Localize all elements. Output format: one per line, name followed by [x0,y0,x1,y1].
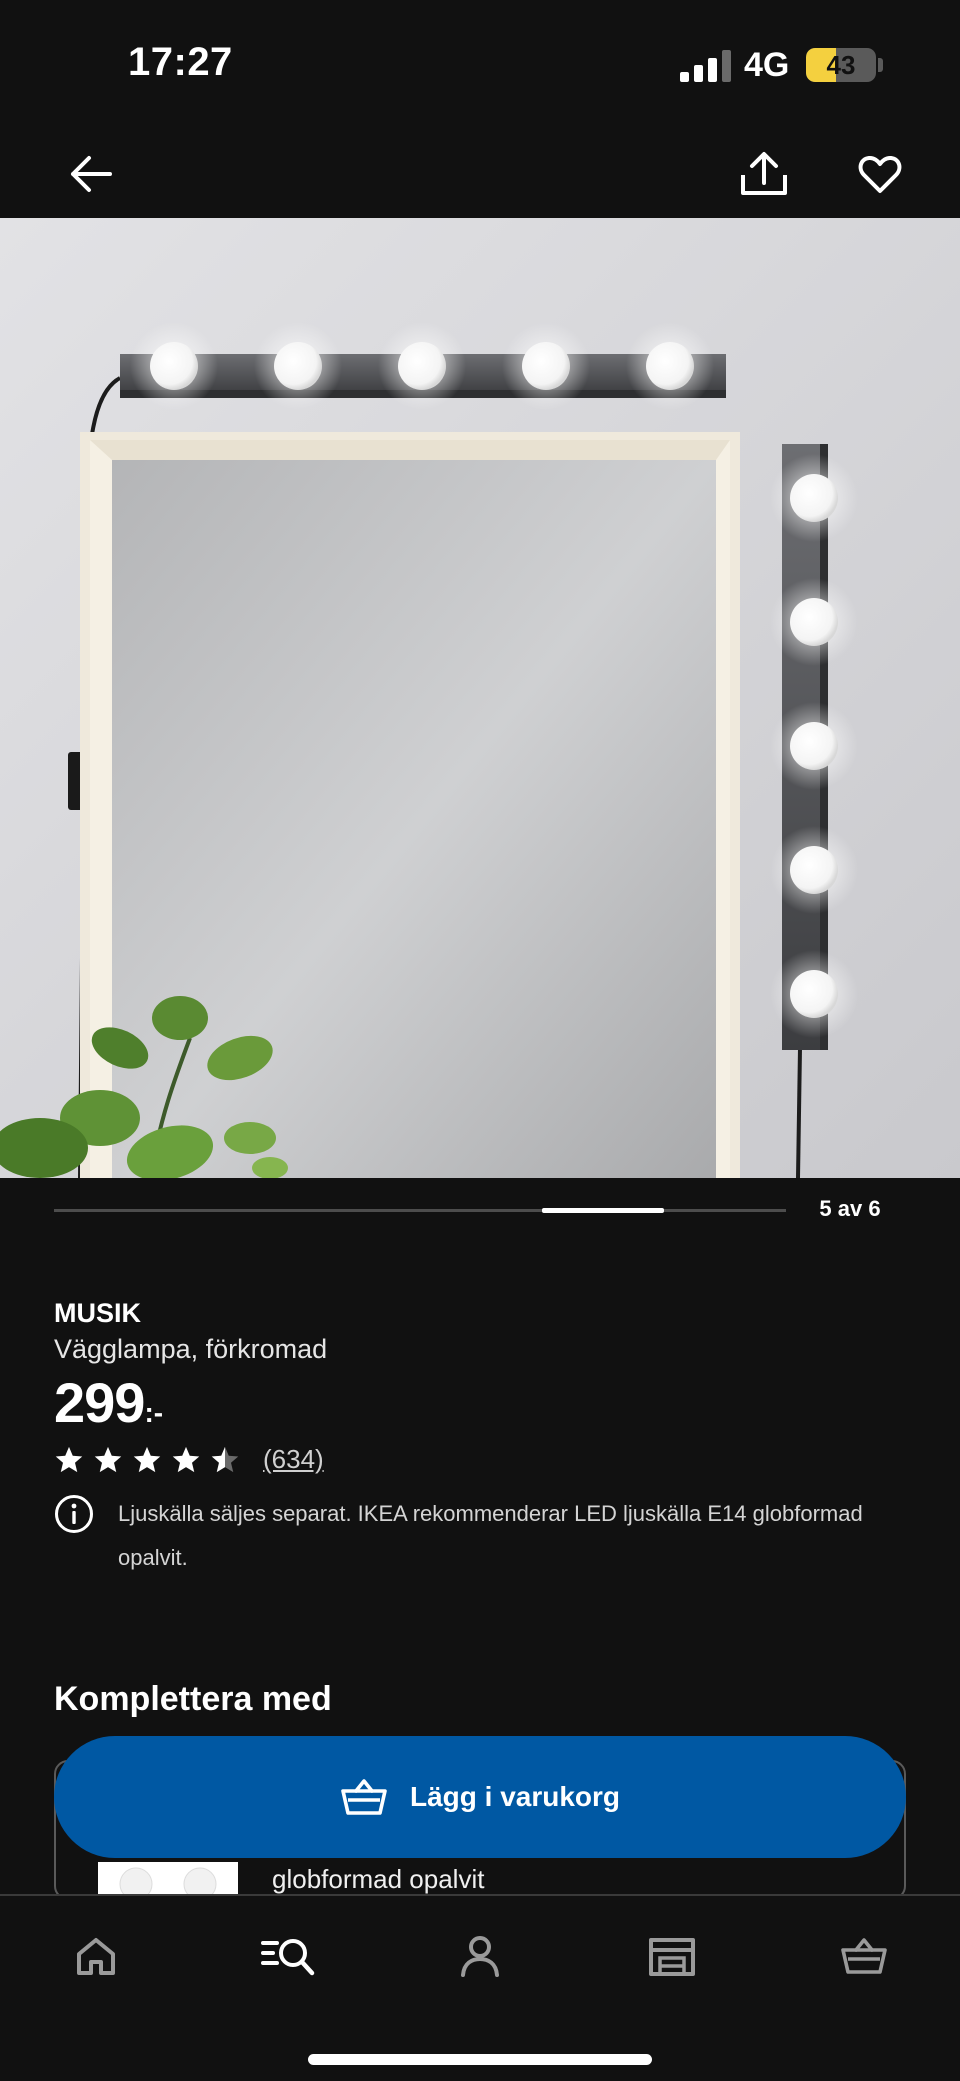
back-button[interactable] [58,142,122,206]
home-indicator [308,2054,652,2065]
app-header [0,130,960,218]
search-list-icon [261,1939,315,1976]
profile-icon [461,1936,499,1977]
heart-icon [858,155,902,193]
status-bar: 17:27 4G 43 [0,0,960,130]
bottom-navigation [0,1894,960,2081]
price-value: 299 [54,1371,145,1434]
nav-home[interactable] [60,1926,132,1986]
favorite-button[interactable] [848,142,912,206]
basket-icon [341,1779,387,1815]
image-counter: 5 av 6 [819,1196,881,1221]
nav-basket[interactable] [828,1926,900,1986]
battery-icon: 43 [806,48,876,82]
basket-icon [841,1938,887,1974]
star-full-icon [133,1446,161,1472]
add-to-cart-label: Lägg i varukorg [409,1781,621,1812]
store-icon [649,1938,695,1976]
star-full-icon [172,1446,200,1472]
nav-store[interactable] [636,1926,708,1986]
nav-profile[interactable] [444,1926,516,1986]
price-suffix: :- [144,1397,164,1428]
battery-nub [878,58,883,72]
battery-level: 43 [826,50,856,80]
star-full-icon [94,1446,122,1472]
add-to-cart-button[interactable]: Lägg i varukorg [54,1736,906,1858]
carousel-track [54,1208,786,1213]
status-time: 17:27 [128,40,233,84]
product-photo [0,218,960,1178]
home-icon [77,1938,115,1975]
info-icon [55,1495,93,1533]
product-price: 299:- [54,1370,163,1435]
complement-section-title: Komplettera med [54,1680,332,1718]
info-text: Ljuskälla säljes separat. IKEA rekommend… [118,1501,863,1570]
star-full-icon [55,1446,83,1472]
product-image[interactable] [0,218,960,1178]
network-type: 4G [744,46,790,84]
share-icon [741,152,787,195]
carousel-thumb [542,1208,664,1213]
nav-search[interactable] [252,1926,324,1986]
product-name: MUSIK [54,1298,141,1328]
star-half-icon [211,1446,239,1472]
arrow-left-icon [71,156,112,192]
signal-icon [680,50,731,82]
complement-product-text: globformad opalvit [272,1864,485,1894]
rating[interactable]: (634) [54,1444,324,1475]
share-button[interactable] [732,142,796,206]
image-carousel-progress: 5 av 6 [0,1178,960,1244]
product-description: Vägglampa, förkromad [54,1334,328,1364]
review-count-link[interactable]: (634) [263,1444,324,1475]
